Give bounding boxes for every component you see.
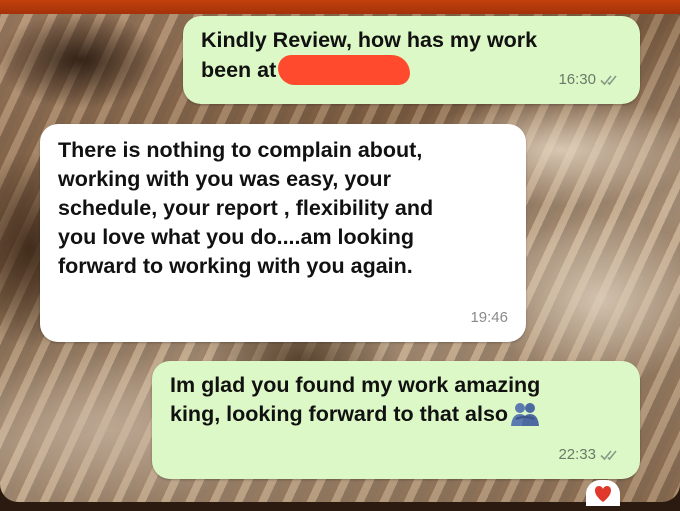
message-time: 22:33: [558, 446, 596, 463]
incoming-message-1[interactable]: There is nothing to complain about, work…: [40, 124, 526, 342]
double-check-icon: [600, 74, 617, 85]
outgoing-message-2[interactable]: Im glad you found my work amazing king, …: [152, 361, 640, 479]
double-check-icon: [600, 449, 617, 460]
reaction-badge: [586, 480, 620, 506]
redaction-mark: [278, 55, 411, 85]
people-hugging-icon: [511, 403, 540, 426]
top-bar: [0, 0, 680, 14]
message-text: There is nothing to complain about, work…: [58, 138, 434, 278]
message-text-container: Im glad you found my work amazing king, …: [152, 361, 640, 429]
message-text: Im glad you found my work amazing king, …: [170, 373, 541, 426]
message-meta: 22:33: [558, 440, 622, 469]
heart-icon: [594, 486, 612, 502]
message-time: 19:46: [470, 309, 508, 326]
message-meta: 16:30: [558, 65, 622, 94]
message-time: 16:30: [558, 71, 596, 88]
outgoing-message-1[interactable]: Kindly Review, how has my work been at 1…: [183, 16, 640, 104]
message-meta: 19:46: [470, 303, 508, 332]
